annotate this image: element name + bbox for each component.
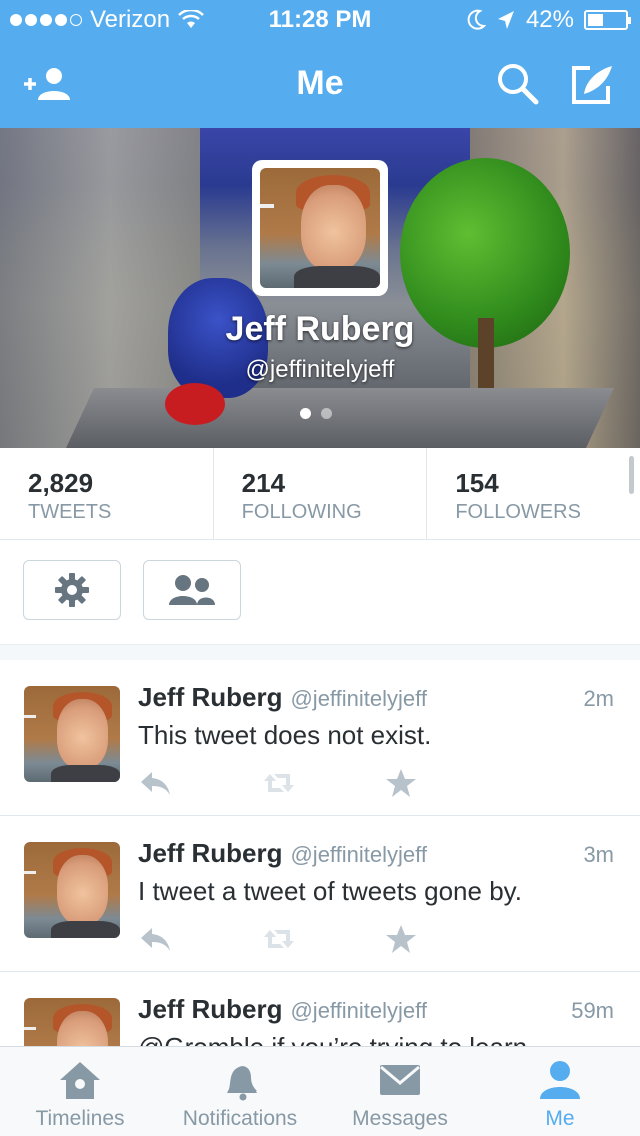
tab-notifications[interactable]: Notifications: [160, 1047, 320, 1136]
tab-timelines[interactable]: Timelines: [0, 1047, 160, 1136]
bell-icon: [227, 1066, 257, 1101]
tweet-text: This tweet does not exist.: [138, 720, 432, 750]
scrollbar[interactable]: [629, 456, 634, 494]
tweet-text: I tweet a tweet of tweets gone by.: [138, 876, 522, 906]
moon-icon: [467, 9, 486, 30]
search-icon: [498, 64, 539, 105]
tab-bar: Timelines Notifications Messages Me: [0, 1046, 640, 1136]
tweet-item[interactable]: Jeff Ruberg @jeffinitelyjeff 3m I tweet a…: [0, 816, 640, 972]
search-button[interactable]: [496, 62, 546, 106]
stat-value: 2,829: [28, 468, 94, 498]
battery-icon: [584, 10, 631, 30]
tweet-author-handle: @jeffinitelyjeff: [290, 998, 427, 1023]
stat-value: 154: [455, 468, 499, 498]
tab-label: Messages: [352, 1107, 448, 1130]
location-arrow-icon: [497, 11, 514, 29]
favorite-star-icon[interactable]: [384, 924, 418, 954]
home-icon: [60, 1062, 100, 1099]
tweet-author-name: Jeff Ruberg: [138, 994, 283, 1024]
settings-button[interactable]: [23, 560, 121, 620]
tweet-author: Jeff Ruberg @jeffinitelyjeff: [138, 994, 427, 1025]
profile-avatar[interactable]: [252, 160, 388, 296]
profile-name: Jeff Ruberg: [225, 310, 415, 348]
section-divider: [0, 644, 640, 660]
profile-stats: 2,829 TWEETS 214 FOLLOWING 154 FOLLOWERS: [0, 448, 640, 540]
stat-label: FOLLOWERS: [455, 501, 581, 523]
tweet-author: Jeff Ruberg @jeffinitelyjeff: [138, 838, 427, 869]
battery-percent: 42%: [525, 6, 574, 33]
tweet-time: 2m: [583, 686, 614, 711]
gear-icon: [55, 573, 89, 607]
banner-page-indicator[interactable]: [300, 408, 332, 419]
tweet-actions: [138, 924, 418, 954]
stat-tweets[interactable]: 2,829 TWEETS: [0, 448, 214, 539]
tweet-author: Jeff Ruberg @jeffinitelyjeff: [138, 682, 427, 713]
compose-tweet-button[interactable]: [570, 62, 620, 106]
profile-actions: [0, 540, 640, 644]
stat-value: 214: [241, 468, 286, 498]
page-dot-active: [300, 408, 311, 419]
reply-icon[interactable]: [138, 924, 172, 954]
stat-label: TWEETS: [28, 501, 112, 523]
tweet-author-handle: @jeffinitelyjeff: [290, 842, 427, 867]
stat-followers[interactable]: 154 FOLLOWERS: [427, 448, 640, 539]
profile-handle: @jeffinitelyjeff: [245, 356, 395, 383]
tweet-time: 59m: [571, 998, 614, 1023]
tab-label: Me: [545, 1107, 575, 1130]
envelope-icon: [380, 1065, 420, 1095]
tweet-avatar[interactable]: [24, 686, 120, 782]
people-icon: [169, 575, 215, 605]
status-right: 42%: [466, 6, 631, 34]
stat-label: FOLLOWING: [241, 501, 362, 523]
favorite-star-icon[interactable]: [384, 768, 418, 798]
nav-bar: Me: [0, 40, 640, 128]
tab-label: Notifications: [182, 1107, 298, 1130]
tweet-item[interactable]: Jeff Ruberg @jeffinitelyjeff 2m This twee…: [0, 660, 640, 816]
tab-me[interactable]: Me: [480, 1047, 640, 1136]
retweet-icon[interactable]: [262, 768, 296, 798]
tweet-author-name: Jeff Ruberg: [138, 838, 283, 868]
lists-button[interactable]: [143, 560, 241, 620]
tab-messages[interactable]: Messages: [320, 1047, 480, 1136]
tweet-author-name: Jeff Ruberg: [138, 682, 283, 712]
person-icon: [540, 1061, 580, 1099]
compose-icon: [572, 66, 612, 104]
stat-following[interactable]: 214 FOLLOWING: [214, 448, 428, 539]
retweet-icon[interactable]: [262, 924, 296, 954]
tweet-author-handle: @jeffinitelyjeff: [290, 686, 427, 711]
status-bar: Verizon 11:28 PM 42%: [0, 0, 640, 40]
tab-label: Timelines: [35, 1107, 125, 1130]
tweet-avatar[interactable]: [24, 842, 120, 938]
tweet-actions: [138, 768, 418, 798]
reply-icon[interactable]: [138, 768, 172, 798]
tweet-time: 3m: [583, 842, 614, 867]
page-dot: [321, 408, 332, 419]
